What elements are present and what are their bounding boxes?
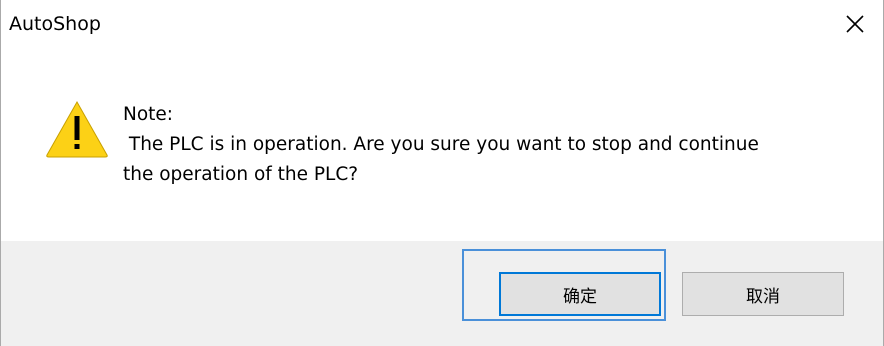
title-bar: AutoShop [1, 0, 883, 52]
message-heading: Note: [123, 104, 174, 125]
message-line-1: The PLC is in operation. Are you sure yo… [123, 134, 759, 155]
close-icon [846, 15, 864, 33]
cancel-button[interactable]: 取消 [682, 272, 844, 316]
message-text: Note: The PLC is in operation. Are you s… [123, 100, 843, 190]
dialog-content: Note: The PLC is in operation. Are you s… [1, 52, 883, 241]
message-line-2: the operation of the PLC? [123, 164, 359, 185]
ok-button[interactable]: 确定 [499, 272, 661, 316]
close-button[interactable] [827, 0, 883, 48]
warning-icon [46, 100, 108, 158]
window-title: AutoShop [9, 13, 101, 35]
message-dialog: AutoShop Note: The PLC is in operation. … [0, 0, 884, 346]
